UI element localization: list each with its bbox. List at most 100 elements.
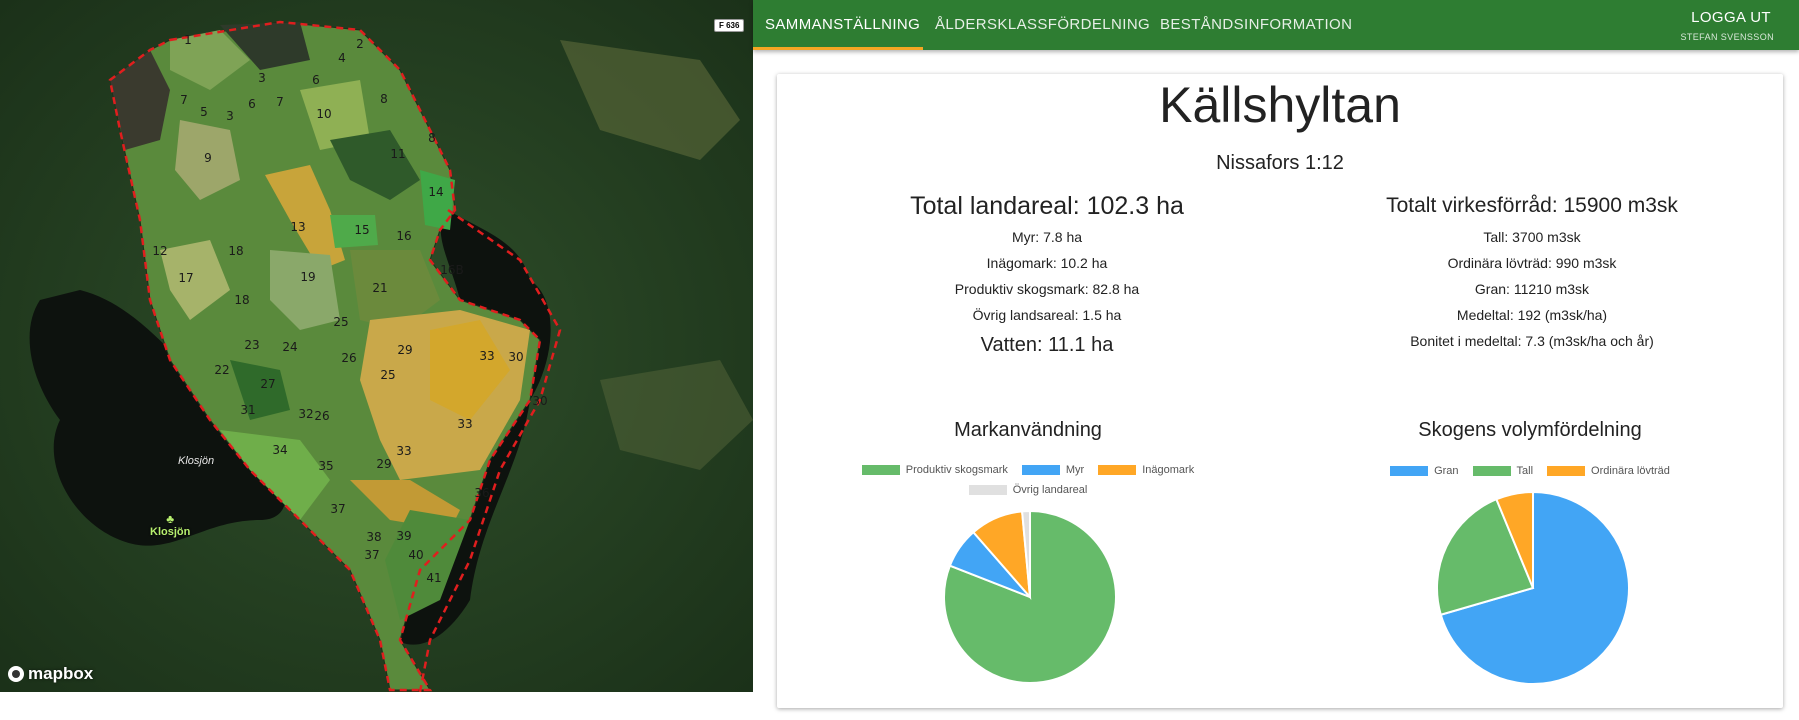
legend-item[interactable]: Övrig landareal <box>968 484 1088 496</box>
stand-label[interactable]: 2 <box>356 37 364 51</box>
stand-label[interactable]: 25 <box>333 315 348 329</box>
mapbox-icon <box>8 666 24 682</box>
legend-item[interactable]: Myr <box>1021 464 1085 476</box>
stand-label[interactable]: 33 <box>479 349 494 363</box>
summary-card: Källshyltan Nissafors 1:12 Total landare… <box>777 74 1783 708</box>
stand-label[interactable]: 5 <box>200 105 208 119</box>
mapbox-logo[interactable]: mapbox <box>8 664 93 684</box>
estate-title: Källshyltan <box>1159 77 1401 133</box>
stand-label[interactable]: 13 <box>290 220 305 234</box>
stand-label[interactable]: 18 <box>228 244 243 258</box>
username-label: STEFAN SVENSSON <box>1680 32 1774 42</box>
tree-icon: ♣ <box>166 512 175 526</box>
legend-swatch <box>1390 466 1429 476</box>
stand-label[interactable]: 24 <box>282 340 297 354</box>
stand-label[interactable]: 30 <box>508 350 523 364</box>
land-area-section: Total landareal: 102.3 ha Myr: 7.8 ha In… <box>807 188 1287 362</box>
volume-row: Bonitet i medeltal: 7.3 (m3sk/ha och år) <box>1410 333 1654 349</box>
stand-label[interactable]: 16B <box>440 263 464 277</box>
stand-label[interactable]: 1 <box>184 33 192 47</box>
stand-label[interactable]: 19 <box>300 270 315 284</box>
stand-label[interactable]: 3 <box>258 71 266 85</box>
stand-label[interactable]: 27 <box>260 377 275 391</box>
stand-label[interactable]: 37 <box>364 548 379 562</box>
stand-label[interactable]: 21 <box>372 281 387 295</box>
stand-label[interactable]: 18 <box>234 293 249 307</box>
stand-label[interactable]: 30 <box>532 394 547 408</box>
logout-button[interactable]: LOGGA UT <box>1691 9 1771 26</box>
stand-label[interactable]: 9 <box>204 151 212 165</box>
land-row: Produktiv skogsmark: 82.8 ha <box>954 281 1140 297</box>
stand-label[interactable]: 12 <box>152 244 167 258</box>
pie-chart-volymfordelning <box>1436 490 1630 685</box>
stand-label[interactable]: 25 <box>380 368 395 382</box>
volume-row: Tall: 3700 m3sk <box>1483 229 1581 245</box>
road-number-badge: F 636 <box>714 19 745 32</box>
volume-row: Ordinära lövträd: 990 m3sk <box>1447 255 1617 271</box>
tab-sammanstallning[interactable]: SAMMANSTÄLLNING <box>765 0 920 50</box>
stand-label[interactable]: 37 <box>330 502 345 516</box>
stand-label[interactable]: 26 <box>314 409 329 423</box>
stand-label[interactable]: 29 <box>376 457 391 471</box>
legend-label: Inägomark <box>1142 464 1195 476</box>
stand-label[interactable]: 32 <box>298 407 313 421</box>
stand-label[interactable]: 23 <box>244 338 259 352</box>
stand-label[interactable]: 8 <box>428 131 436 145</box>
land-row: Övrig landsareal: 1.5 ha <box>972 307 1122 323</box>
legend-label: Myr <box>1065 464 1085 476</box>
legend-item[interactable]: Produktiv skogsmark <box>861 464 1008 476</box>
legend-swatch <box>861 465 900 475</box>
stand-label[interactable]: 16 <box>396 229 411 243</box>
stand-label[interactable]: 8 <box>380 92 388 106</box>
legend-swatch <box>1472 466 1511 476</box>
volume-row: Medeltal: 192 (m3sk/ha) <box>1456 307 1608 323</box>
stand-label[interactable]: 29 <box>397 343 412 357</box>
tab-aldersklassfordelning[interactable]: ÅLDERSKLASSFÖRDELNING <box>935 0 1150 50</box>
stand-label[interactable]: 10 <box>316 107 331 121</box>
lake-label: Klosjön <box>178 455 215 467</box>
stand-label[interactable]: 26 <box>341 351 356 365</box>
satellite-map[interactable]: 1 243 675 36 71089 118131415 1612 1816B17 192118… <box>0 0 753 692</box>
poi-label: Klosjön <box>150 526 191 538</box>
stand-label[interactable]: 6 <box>248 97 256 111</box>
land-row: Inägomark: 10.2 ha <box>986 255 1108 271</box>
water-area: Vatten: 11.1 ha <box>980 334 1114 356</box>
legend-item[interactable]: Inägomark <box>1098 464 1194 476</box>
stand-label[interactable]: 4 <box>338 51 346 65</box>
stand-label[interactable]: 40 <box>408 548 423 562</box>
stand-label[interactable]: 17 <box>178 271 193 285</box>
stand-label[interactable]: 36 <box>474 486 489 500</box>
stand-label[interactable]: 15 <box>354 223 369 237</box>
stand-label[interactable]: 11 <box>390 147 405 161</box>
legend-item[interactable]: Tall <box>1472 465 1534 477</box>
stand-label[interactable]: 33 <box>396 444 411 458</box>
stand-label[interactable]: 22 <box>214 363 229 377</box>
legend-swatch <box>1547 466 1586 476</box>
stand-label[interactable]: 6 <box>312 73 320 87</box>
volume-section: Totalt virkesförråd: 15900 m3sk Tall: 37… <box>1292 188 1772 354</box>
volume-heading: Totalt virkesförråd: 15900 m3sk <box>1386 194 1678 217</box>
stand-label[interactable]: 38 <box>366 530 381 544</box>
stand-label[interactable]: 7 <box>180 93 188 107</box>
legend-label: Ordinära lövträd <box>1591 465 1670 477</box>
legend-item[interactable]: Gran <box>1390 465 1459 477</box>
legend-label: Produktiv skogsmark <box>905 464 1008 476</box>
legend-label: Övrig landareal <box>1012 484 1088 496</box>
pie-chart-markanvandning <box>943 509 1117 684</box>
stand-label[interactable]: 3 <box>226 109 234 123</box>
stand-label[interactable]: 33 <box>457 417 472 431</box>
poi-klosjon[interactable]: ♣ Klosjön <box>150 512 190 538</box>
tab-bestandsinformation[interactable]: BESTÅNDSINFORMATION <box>1160 0 1352 50</box>
map-view[interactable]: 1 2 4 3 6 7 5 3 6 7 10 8 9 11 8 13 14 15 16 12 18 16B 17 19 21 18… <box>0 0 753 692</box>
stand-label[interactable]: 39 <box>396 529 411 543</box>
legend-label: Tall <box>1516 465 1534 477</box>
stand-label[interactable]: 7 <box>276 95 284 109</box>
stand-label[interactable]: 34 <box>272 443 287 457</box>
land-area-heading: Total landareal: 102.3 ha <box>910 192 1184 220</box>
stand-label[interactable]: 35 <box>318 459 333 473</box>
stand-label[interactable]: 31 <box>240 403 255 417</box>
property-designation: Nissafors 1:12 <box>1216 152 1344 174</box>
stand-label[interactable]: 14 <box>428 185 443 199</box>
legend-item[interactable]: Ordinära lövträd <box>1547 465 1670 477</box>
stand-label[interactable]: 41 <box>426 571 441 585</box>
